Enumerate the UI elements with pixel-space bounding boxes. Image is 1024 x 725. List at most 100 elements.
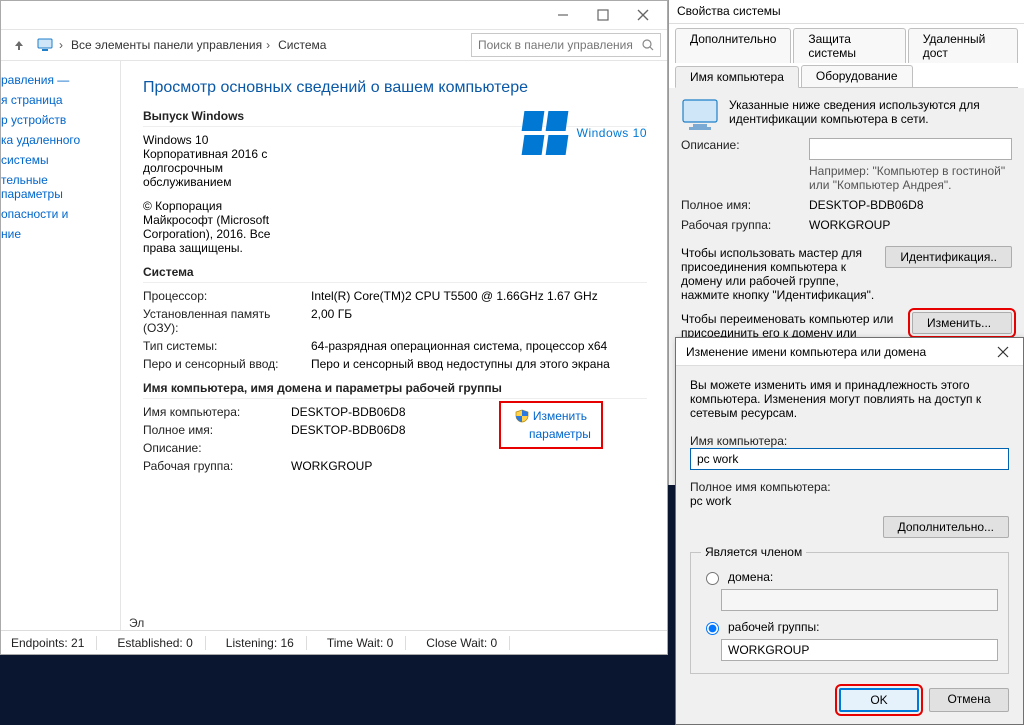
main-body: равления — я страница р устройств ка уда… <box>1 61 667 630</box>
shield-uac-icon <box>515 409 529 423</box>
props-desc-example: Например: "Компьютер в гостиной" или "Ко… <box>809 164 1012 192</box>
maximize-button[interactable] <box>583 1 623 29</box>
minimize-button[interactable] <box>543 1 583 29</box>
main-content: Просмотр основных сведений о вашем компь… <box>121 61 667 630</box>
breadcrumb: › Все элементы панели управления › Систе… <box>59 38 326 52</box>
touch-label: Перо и сенсорный ввод: <box>143 357 303 371</box>
rename-name-label: Имя компьютера: <box>690 434 1009 448</box>
cname-value: DESKTOP-BDB06D8 <box>291 405 491 419</box>
chevron-right-icon: › <box>266 38 274 52</box>
desc-label: Описание: <box>143 441 283 455</box>
systype-value: 64-разрядная операционная система, проце… <box>311 339 647 353</box>
more-button[interactable]: Дополнительно... <box>883 516 1009 538</box>
tab-hardware[interactable]: Оборудование <box>801 65 913 87</box>
rename-lead: Вы можете изменить имя и принадлежность … <box>690 378 1009 420</box>
section-system: Система <box>143 265 647 283</box>
search-icon <box>642 39 654 51</box>
partial-text-el: Эл <box>129 616 144 630</box>
props-tabs: Дополнительно Защита системы Удаленный д… <box>669 24 1024 88</box>
breadcrumb-root[interactable]: Все элементы панели управления <box>71 38 262 52</box>
computer-name-input[interactable] <box>690 448 1009 470</box>
props-fqdn-value: DESKTOP-BDB06D8 <box>809 198 1012 212</box>
props-fqdn-label: Полное имя: <box>681 198 801 212</box>
cancel-button[interactable]: Отмена <box>929 688 1009 712</box>
nav-seealso1[interactable]: опасности и <box>1 207 112 221</box>
props-desc-input[interactable] <box>809 138 1012 160</box>
touch-value: Перо и сенсорный ввод недоступны для это… <box>311 357 647 371</box>
change-button[interactable]: Изменить... <box>912 312 1012 334</box>
workgroup-label: Рабочая группа: <box>143 459 283 473</box>
edition-text: Windows 10 Корпоративная 2016 с долгосро… <box>143 133 318 255</box>
nav-home[interactable]: равления — <box>1 73 112 87</box>
props-wg-value: WORKGROUP <box>809 218 1012 232</box>
change-settings-link[interactable]: Изменить параметры <box>503 405 599 445</box>
rename-fqdn-value: pc work <box>690 494 1009 508</box>
cpu-label: Процессор: <box>143 289 303 303</box>
search-input[interactable]: Поиск в панели управления <box>471 33 661 57</box>
domain-radio[interactable] <box>706 572 719 585</box>
up-button[interactable] <box>7 38 31 52</box>
workgroup-value: WORKGROUP <box>291 459 491 473</box>
domain-grid: Имя компьютера: DESKTOP-BDB06D8 Полное и… <box>143 405 491 473</box>
fqdn-label: Полное имя: <box>143 423 283 437</box>
rename-body: Вы можете изменить имя и принадлежность … <box>676 366 1023 680</box>
fqdn-value: DESKTOP-BDB06D8 <box>291 423 491 437</box>
cpu-value: Intel(R) Core(TM)2 CPU T5500 @ 1.66GHz 1… <box>311 289 647 303</box>
change-settings-link-l2: параметры <box>511 427 591 441</box>
status-closewait: Close Wait: 0 <box>426 636 510 650</box>
ok-button[interactable]: OK <box>839 688 919 712</box>
nav-protect[interactable]: системы <box>1 153 112 167</box>
tab-protect[interactable]: Защита системы <box>793 28 905 63</box>
domain-input <box>721 589 998 611</box>
workgroup-radio[interactable] <box>706 622 719 635</box>
change-settings-link-l1: Изменить <box>533 409 587 423</box>
system-icon <box>37 37 53 53</box>
section-domain: Имя компьютера, имя домена и параметры р… <box>143 381 647 399</box>
nav-home2[interactable]: я страница <box>1 93 112 107</box>
windows-logo-icon <box>523 111 567 155</box>
props-desc-label: Описание: <box>681 138 801 152</box>
props-ident-help: Чтобы использовать мастер для присоедине… <box>681 246 875 302</box>
ram-label: Установленная память (ОЗУ): <box>143 307 303 335</box>
status-timewait: Time Wait: 0 <box>327 636 406 650</box>
rename-titlebar: Изменение имени компьютера или домена <box>676 338 1023 366</box>
rename-fqdn-label: Полное имя компьютера: <box>690 480 1009 494</box>
rename-title-text: Изменение имени компьютера или домена <box>686 345 926 359</box>
computer-icon <box>681 98 719 132</box>
page-title: Просмотр основных сведений о вашем компь… <box>143 79 647 97</box>
dialog-button-row: OK Отмена <box>676 680 1023 724</box>
nav-seealso2[interactable]: ние <box>1 227 112 241</box>
workgroup-input[interactable] <box>721 639 998 661</box>
member-of-legend: Является членом <box>701 545 806 559</box>
nav-remote[interactable]: ка удаленного <box>1 133 112 147</box>
props-title: Свойства системы <box>669 0 1024 24</box>
main-titlebar <box>1 1 667 29</box>
breadcrumb-leaf[interactable]: Система <box>278 38 326 52</box>
status-endpoints: Endpoints: 21 <box>11 636 97 650</box>
windows-brand: Windows 10 <box>523 111 647 155</box>
rename-close-button[interactable] <box>989 340 1017 364</box>
close-button[interactable] <box>623 1 663 29</box>
status-established: Established: 0 <box>117 636 205 650</box>
identify-button[interactable]: Идентификация.. <box>885 246 1012 268</box>
domain-radio-label: домена: <box>728 570 773 584</box>
tab-advanced[interactable]: Дополнительно <box>675 28 791 63</box>
search-placeholder: Поиск в панели управления <box>478 38 633 52</box>
workgroup-radio-label: рабочей группы: <box>728 620 819 634</box>
nav-device-manager[interactable]: р устройств <box>1 113 112 127</box>
rename-computer-dialog: Изменение имени компьютера или домена Вы… <box>675 337 1024 725</box>
ram-value: 2,00 ГБ <box>311 307 647 335</box>
member-of-group: Является членом домена: рабочей группы: <box>690 552 1009 674</box>
left-nav: равления — я страница р устройств ка уда… <box>1 61 121 630</box>
brand-text: Windows 10 <box>577 126 647 140</box>
tab-computer-name[interactable]: Имя компьютера <box>675 66 799 88</box>
tab-remote[interactable]: Удаленный дост <box>908 28 1018 63</box>
system-grid: Процессор: Intel(R) Core(TM)2 CPU T5500 … <box>143 289 647 371</box>
props-wg-label: Рабочая группа: <box>681 218 801 232</box>
control-panel-system-window: › Все элементы панели управления › Систе… <box>0 0 668 655</box>
nav-advanced[interactable]: тельные параметры <box>1 173 112 201</box>
status-listening: Listening: 16 <box>226 636 307 650</box>
props-info-text: Указанные ниже сведения используются для… <box>729 98 1012 126</box>
chevron-right-icon: › <box>59 38 67 52</box>
status-bar: Endpoints: 21 Established: 0 Listening: … <box>1 630 667 654</box>
